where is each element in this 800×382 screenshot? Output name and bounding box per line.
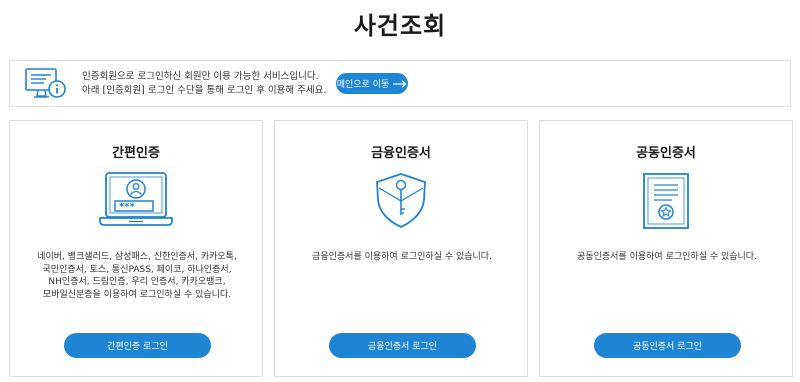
card-description: 금융인증서를 이용하여 로그인하실 수 있습니다. (312, 252, 492, 262)
financial-cert-login-button[interactable]: 금융인증서 로그인 (329, 333, 476, 358)
card-title: 공동인증서 (636, 146, 696, 161)
notice-line-2: 아래 [인증회원] 로그인 수단을 통해 로그인 후 이용해 주세요. (82, 85, 327, 96)
laptop-user-password-icon: *** (99, 172, 173, 226)
card-description: 공동인증서를 이용하여 로그인하실 수 있습니다. (577, 252, 757, 262)
card-joint-cert: 공동인증서 공동인증서를 이용하여 로그인하실 수 있습니다. 공동인증서 로그… (539, 120, 793, 377)
card-description: 네이버, 뱅크샐러드, 삼성패스, 신한인증서, 카카오톡, 국민인증서, 토스… (37, 252, 237, 300)
go-main-button-label: 메인으로 이동 (336, 80, 390, 90)
go-main-button[interactable]: 메인으로 이동 (336, 73, 408, 94)
password-mask-text: *** (119, 202, 135, 213)
page-title: 사건조회 (353, 12, 447, 40)
card-simple-auth: 간편인증 *** 네이버, 뱅크샐러드, 삼성패스, 신한인증서, 카카오톡, … (9, 120, 263, 377)
card-title: 간편인증 (112, 146, 160, 161)
card-title: 금융인증서 (371, 146, 431, 161)
shield-key-icon (376, 173, 426, 228)
card-financial-cert: 금융인증서 금융인증서를 이용하여 로그인하실 수 있습니다. 금융인증서 로그… (274, 120, 528, 377)
notice-box: 인증회원으로 로그인하신 회원만 이용 가능한 서비스입니다. 아래 [인증회원… (9, 60, 791, 107)
arrow-right-icon (393, 79, 407, 88)
computer-info-icon (25, 68, 66, 98)
notice-text: 인증회원으로 로그인하신 회원만 이용 가능한 서비스입니다. 아래 [인증회원… (82, 70, 326, 98)
certificate-icon (643, 173, 689, 229)
simple-auth-login-button[interactable]: 간편인증 로그인 (64, 333, 211, 358)
notice-line-1: 인증회원으로 로그인하신 회원만 이용 가능한 서비스입니다. (82, 71, 319, 82)
joint-cert-login-button[interactable]: 공동인증서 로그인 (594, 333, 741, 358)
